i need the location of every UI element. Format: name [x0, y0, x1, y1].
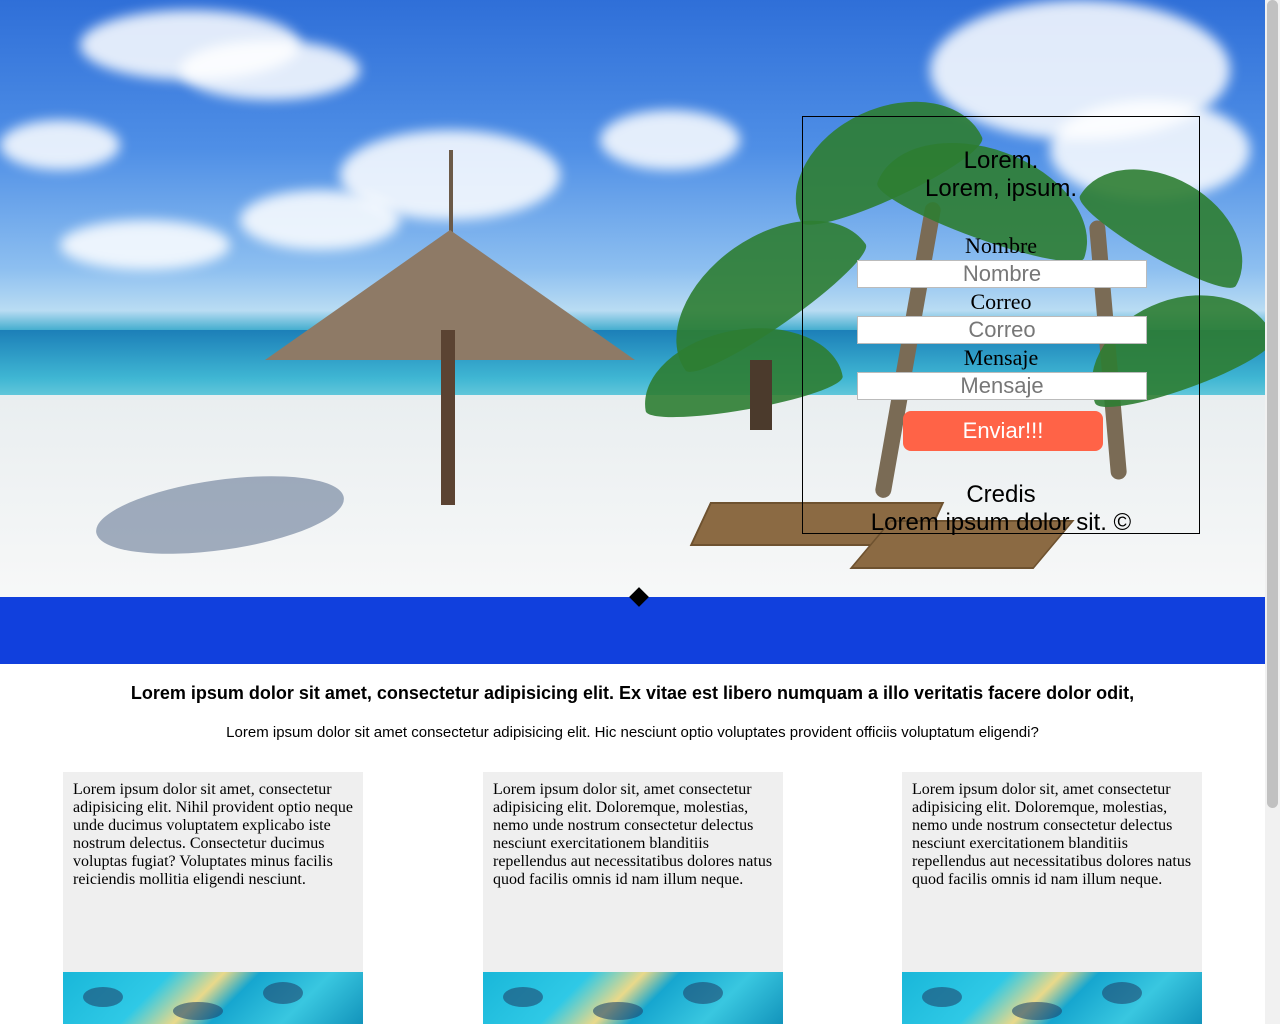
scrollbar-thumb[interactable] [1267, 0, 1278, 808]
credits-text: Lorem ipsum dolor sit. © [870, 509, 1132, 536]
fish-shape [1012, 1002, 1062, 1020]
fish-shape [83, 987, 123, 1007]
umbrella-tip [449, 150, 453, 240]
card: Lorem ipsum dolor sit amet, consectetur … [63, 772, 363, 1024]
panel-title-line1: Lorem. [963, 147, 1039, 174]
fish-shape [922, 987, 962, 1007]
fish-shape [593, 1002, 643, 1020]
card-image [483, 972, 783, 1024]
fish-shape [503, 987, 543, 1007]
cloud-shape [60, 220, 230, 270]
umbrella-pole [441, 330, 455, 505]
name-field[interactable] [857, 260, 1147, 288]
section-headline: Lorem ipsum dolor sit amet, consectetur … [130, 683, 1135, 703]
card-text: Lorem ipsum dolor sit, amet consectetur … [912, 781, 1192, 888]
panel-title: Lorem. Lorem, ipsum. [803, 147, 1199, 203]
cloud-shape [180, 40, 360, 100]
email-field[interactable] [857, 316, 1147, 344]
fish-shape [173, 1002, 223, 1020]
name-label: Nombre [964, 233, 1038, 258]
card: Lorem ipsum dolor sit, amet consectetur … [483, 772, 783, 1024]
cloud-shape [0, 120, 120, 170]
email-label: Correo [970, 289, 1032, 314]
card: Lorem ipsum dolor sit, amet consectetur … [902, 772, 1202, 1024]
message-label: Mensaje [963, 345, 1039, 370]
card-image [63, 972, 363, 1024]
contact-panel: Lorem. Lorem, ipsum. Nombre Correo Mensa… [802, 116, 1200, 537]
fish-shape [1102, 982, 1142, 1004]
credits: Credis Lorem ipsum dolor sit. © [803, 481, 1199, 537]
section-subline: Lorem ipsum dolor sit amet consectetur a… [226, 724, 1039, 741]
panel-title-line2: Lorem, ipsum. [924, 175, 1078, 202]
credits-title: Credis [966, 481, 1036, 508]
card-text: Lorem ipsum dolor sit amet, consectetur … [73, 781, 353, 888]
scrollbar[interactable] [1265, 0, 1280, 1024]
card-image [902, 972, 1202, 1024]
fish-shape [683, 982, 723, 1004]
cloud-shape [600, 110, 740, 170]
beach-lamp [750, 360, 772, 430]
blue-band [0, 597, 1265, 664]
message-field[interactable] [857, 372, 1147, 400]
card-text: Lorem ipsum dolor sit, amet consectetur … [493, 781, 773, 888]
fish-shape [263, 982, 303, 1004]
submit-button[interactable]: Enviar!!! [903, 411, 1103, 451]
